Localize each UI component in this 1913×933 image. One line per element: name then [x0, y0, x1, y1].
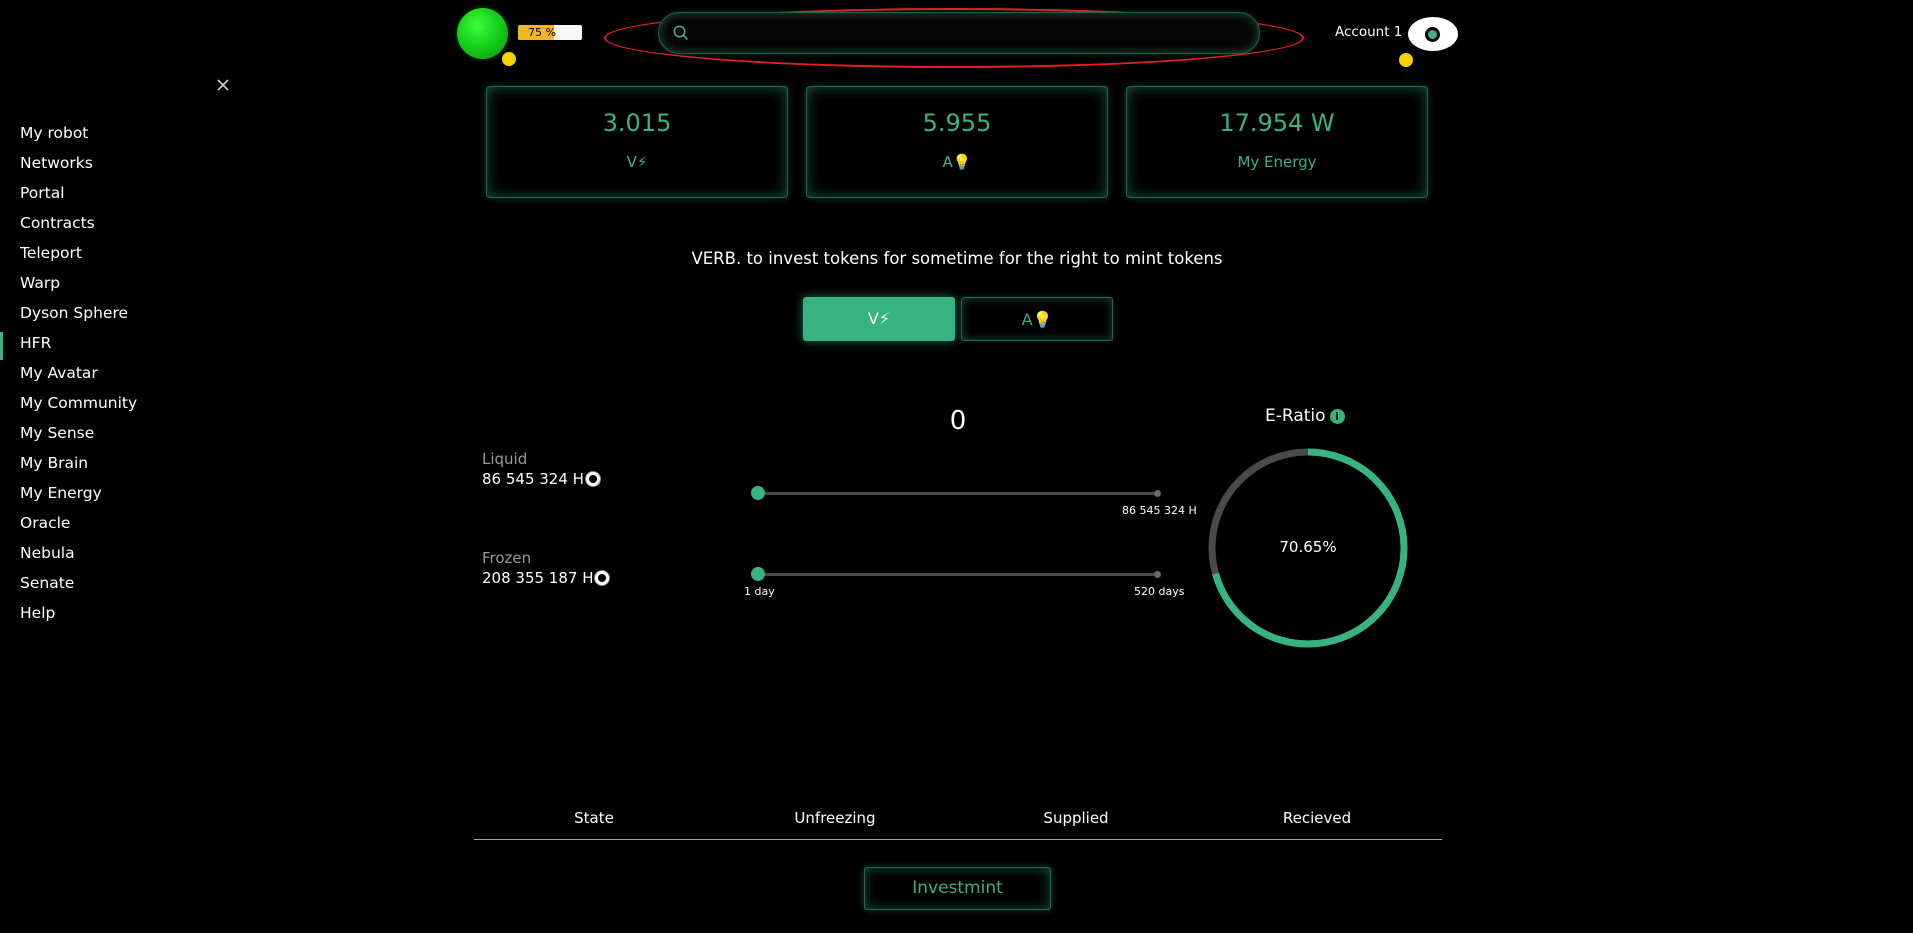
sidebar-item-portal[interactable]: Portal	[20, 181, 137, 211]
amount-value: 0	[949, 406, 967, 436]
days-slider-end	[1154, 571, 1161, 578]
sidebar-item-nebula[interactable]: Nebula	[20, 541, 137, 571]
tab-volt[interactable]: V⚡	[803, 297, 955, 341]
sidebar-item-my-brain[interactable]: My Brain	[20, 451, 137, 481]
battery-indicator: 75 %	[518, 25, 582, 40]
frozen-balance: 208 355 187 H	[482, 569, 610, 587]
sidebar-item-senate[interactable]: Senate	[20, 571, 137, 601]
sidebar-item-dyson-sphere[interactable]: Dyson Sphere	[20, 301, 137, 331]
search-bar[interactable]	[658, 12, 1260, 54]
liquid-balance: 86 545 324 H	[482, 470, 600, 488]
sidebar-item-my-sense[interactable]: My Sense	[20, 421, 137, 451]
energy-value: 17.954 W	[1219, 109, 1335, 137]
volt-value: 3.015	[602, 109, 672, 137]
sidebar-item-oracle[interactable]: Oracle	[20, 511, 137, 541]
column-unfreezing: Unfreezing	[794, 809, 876, 827]
eratio-percent: 70.65%	[1279, 538, 1337, 556]
days-slider-max-label: 520 days	[1134, 585, 1185, 598]
sidebar-item-my-community[interactable]: My Community	[20, 391, 137, 421]
days-slider-track[interactable]	[758, 573, 1158, 576]
close-icon[interactable]	[212, 74, 234, 96]
investmint-button[interactable]: Investmint	[864, 867, 1051, 910]
volt-card: 3.015 V⚡	[486, 86, 788, 198]
account-name[interactable]: Account 1	[1335, 24, 1402, 40]
table-divider	[474, 839, 1442, 840]
amount-slider-handle[interactable]	[751, 486, 765, 500]
active-menu-indicator	[0, 332, 3, 360]
days-slider-min-label: 1 day	[744, 585, 775, 598]
sidebar-item-networks[interactable]: Networks	[20, 151, 137, 181]
sidebar-item-teleport[interactable]: Teleport	[20, 241, 137, 271]
eratio-title: E-Ratio i	[1265, 406, 1345, 426]
column-state: State	[574, 809, 614, 827]
search-icon	[673, 25, 688, 40]
notification-dot	[1399, 53, 1413, 67]
amount-slider-track[interactable]	[758, 492, 1158, 495]
sidebar-item-hfr[interactable]: HFR	[20, 331, 137, 361]
liquid-value: 86 545 324 H	[482, 470, 584, 488]
eratio-label: E-Ratio	[1265, 406, 1326, 426]
amount-slider-max-label: 86 545 324 H	[1122, 504, 1197, 517]
battery-percent: 75 %	[528, 26, 556, 39]
token-icon	[595, 571, 610, 585]
energy-card: 17.954 W My Energy	[1126, 86, 1428, 198]
column-supplied: Supplied	[1043, 809, 1109, 827]
column-recieved: Recieved	[1282, 809, 1352, 827]
ampere-label: A💡	[942, 153, 972, 171]
sidebar-item-my-avatar[interactable]: My Avatar	[20, 361, 137, 391]
search-input[interactable]	[699, 19, 1243, 49]
frozen-label: Frozen	[482, 549, 532, 567]
sidebar-item-my-robot[interactable]: My robot	[20, 121, 137, 151]
robot-status-indicator[interactable]	[457, 8, 508, 59]
notification-dot	[502, 52, 516, 66]
days-slider-handle[interactable]	[751, 567, 765, 581]
energy-label: My Energy	[1237, 153, 1317, 171]
ampere-card: 5.955 A💡	[806, 86, 1108, 198]
ampere-value: 5.955	[922, 109, 992, 137]
info-icon[interactable]: i	[1329, 409, 1345, 424]
amount-slider-end	[1154, 490, 1161, 497]
liquid-label: Liquid	[482, 450, 528, 468]
sidebar-item-help[interactable]: Help	[20, 601, 137, 631]
frozen-value: 208 355 187 H	[482, 569, 594, 587]
sidebar-item-my-energy[interactable]: My Energy	[20, 481, 137, 511]
volt-label: V⚡	[626, 153, 648, 171]
token-icon	[585, 472, 600, 486]
tab-ampere[interactable]: A💡	[961, 297, 1113, 341]
sidebar-menu: My robot Networks Portal Contracts Teleport W…	[20, 121, 137, 631]
sidebar-item-contracts[interactable]: Contracts	[20, 211, 137, 241]
sidebar-item-warp[interactable]: Warp	[20, 271, 137, 301]
page-description: VERB. to invest tokens for sometime for …	[691, 249, 1223, 268]
eye-icon[interactable]	[1408, 17, 1458, 51]
